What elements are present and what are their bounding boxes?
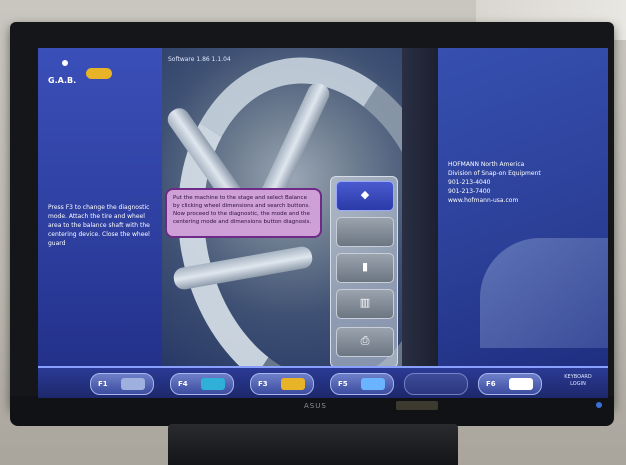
contact-company: HOFMANN North America: [448, 161, 525, 168]
f3-label: F3: [258, 380, 268, 388]
instructions-text: Press F3 to change the diagnostic mode. …: [48, 204, 150, 247]
f6-button[interactable]: F6: [478, 373, 542, 395]
spoke-mode-button[interactable]: ▥: [336, 289, 394, 319]
brand-badge: [86, 68, 112, 79]
left-panel: G.A.B. Press F3 to change the diagnostic…: [38, 48, 162, 366]
status-text: KEYBOARD LOGIN: [564, 374, 592, 387]
weight-position-icon: ▮: [361, 260, 369, 273]
contact-division: Division of Snap-on Equipment: [448, 170, 541, 177]
contact-phone: 901-213-4040: [448, 179, 491, 186]
f1-button[interactable]: F1: [90, 373, 154, 395]
wheel-dimension-button[interactable]: ◆: [336, 181, 394, 211]
spoke-mode-icon: ▥: [359, 296, 371, 309]
f4-label: F4: [178, 380, 188, 388]
monitor-stand: [168, 424, 458, 465]
wheel-icon: [121, 378, 145, 390]
f1-label: F1: [98, 380, 108, 388]
tools-icon: [509, 378, 533, 390]
empty-icon: [355, 224, 375, 240]
car-graphic: [480, 238, 608, 348]
tool-menu: ◆ ▮ ▥ ⎙: [330, 176, 398, 368]
tire-info-icon: [201, 378, 225, 390]
print-icon: ⎙: [360, 334, 370, 347]
contact-fax: 901-213-7400: [448, 188, 491, 195]
f5-button[interactable]: F5: [330, 373, 394, 395]
power-led-icon: [596, 402, 602, 408]
logo-mark-icon: [62, 60, 68, 66]
logo-text: G.A.B.: [48, 76, 77, 85]
help-tooltip: Put the machine to the stage and select …: [165, 188, 322, 238]
f5-label: F5: [338, 380, 348, 388]
disabled-function-button[interactable]: [404, 373, 468, 395]
empty-tool-slot[interactable]: [336, 217, 394, 247]
weight-position-button[interactable]: ▮: [336, 253, 394, 283]
contact-info: HOFMANN North America Division of Snap-o…: [448, 160, 598, 205]
monitor-bezel: [10, 396, 614, 426]
logo: G.A.B.: [48, 60, 82, 94]
f3-button[interactable]: F3: [250, 373, 314, 395]
f4-button[interactable]: F4: [170, 373, 234, 395]
print-button[interactable]: ⎙: [336, 327, 394, 357]
car-icon: [281, 378, 305, 390]
wheel-dimension-icon: ◆: [360, 188, 370, 201]
f6-label: F6: [486, 380, 496, 388]
balance-icon: [361, 378, 385, 390]
contact-web: www.hofmann-usa.com: [448, 197, 519, 204]
balancer-screen: G.A.B. Press F3 to change the diagnostic…: [38, 48, 608, 398]
function-key-bar: F1 F4 F3 F5 F6 KEYBOARD LOGIN: [38, 366, 608, 398]
software-version: Software 1.86 1.1.04: [168, 56, 231, 63]
power-panel[interactable]: [396, 401, 438, 410]
monitor-brand: ASUS: [304, 402, 327, 410]
